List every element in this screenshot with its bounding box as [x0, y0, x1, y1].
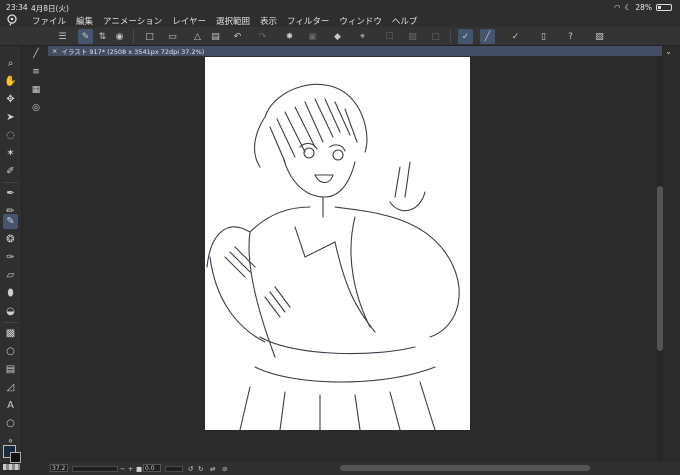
undo-icon[interactable]: ↶ — [230, 29, 245, 44]
status-date: 4月8日(火) — [31, 4, 69, 13]
zoom-slider[interactable] — [72, 466, 118, 472]
airbrush-icon[interactable]: ❂ — [3, 232, 18, 247]
fill-icon[interactable]: ◆ — [330, 29, 345, 44]
blend-icon[interactable]: ⬮ — [3, 286, 18, 301]
rotation-field[interactable]: 0.0 — [143, 464, 161, 472]
rotate-left-icon[interactable]: ↺ — [188, 464, 193, 473]
menu-help[interactable]: ヘルプ — [392, 15, 418, 27]
vertical-scroll-thumb[interactable] — [657, 186, 663, 351]
menu-hamburger-icon[interactable]: ☰ — [55, 29, 70, 44]
shape-icon[interactable]: ○ — [3, 344, 18, 359]
selection-border-icon[interactable]: ▢ — [428, 29, 443, 44]
magic-wand-icon[interactable]: ✶ — [3, 146, 18, 161]
brush-size-icon[interactable]: ╱ — [29, 48, 43, 60]
new-file-icon[interactable]: □ — [142, 29, 157, 44]
open-folder-icon[interactable]: ▭ — [165, 29, 180, 44]
chevron-down-icon[interactable]: ⌄ — [665, 47, 672, 56]
ruler-snap-icon[interactable]: ✓ — [458, 29, 473, 44]
battery-percent: 28% — [635, 3, 652, 12]
divider — [3, 182, 18, 183]
fit-icon[interactable]: ■ — [136, 464, 142, 473]
sub-color-swatch[interactable] — [10, 452, 21, 463]
rotation-slider[interactable] — [165, 466, 183, 472]
up-down-icon[interactable]: ⇅ — [95, 29, 110, 44]
move-layer-icon[interactable]: ✥ — [3, 92, 18, 107]
layer-icon[interactable]: ▦ — [29, 84, 43, 96]
menu-view[interactable]: 表示 — [260, 15, 277, 27]
horizontal-scroll-thumb[interactable] — [340, 465, 590, 471]
tool-palette: ⌕ ✋ ✥ ➤ ◌ ✶ ✐ ✒ ✏ ✎ ❂ ✑ ▱ ⬮ ◒ ▩ ○ ▤ ◿ A … — [0, 46, 22, 462]
balloon-icon[interactable]: ○ — [3, 416, 18, 431]
reset-icon[interactable]: ⊘ — [222, 464, 227, 473]
eraser-icon[interactable]: ▱ — [3, 268, 18, 283]
divider — [450, 30, 451, 43]
menu-selection[interactable]: 選択範囲 — [216, 15, 250, 27]
document-title: イラスト 917* (2508 x 3541px 72dpi 37.2%) — [61, 48, 205, 56]
status-time: 23:34 — [6, 3, 28, 12]
fill-bucket-icon[interactable]: ◒ — [3, 304, 18, 319]
save-icon[interactable]: △ — [190, 29, 205, 44]
eye-icon[interactable]: ◉ — [112, 29, 127, 44]
device-icon[interactable]: ▯ — [536, 29, 551, 44]
crop-icon[interactable]: ⌖ — [355, 29, 370, 44]
zoom-field[interactable]: 37.2 — [50, 464, 68, 472]
menu-filter[interactable]: フィルター — [287, 15, 329, 27]
redo-icon[interactable]: ↷ — [255, 29, 270, 44]
sliders-icon[interactable]: ≡ — [29, 66, 43, 78]
copy-icon[interactable]: ▣ — [305, 29, 320, 44]
brush-icon[interactable]: ✎ — [3, 214, 18, 229]
sub-tool-column: ╱ ≡ ▦ ◎ — [24, 46, 48, 116]
rotate-right-icon[interactable]: ↻ — [198, 464, 203, 473]
invert-selection-icon[interactable]: ▨ — [405, 29, 420, 44]
text-icon[interactable]: A — [3, 398, 18, 413]
flip-icon[interactable]: ⇄ — [210, 464, 215, 473]
transparent-color-swatch[interactable] — [3, 464, 20, 470]
export-icon[interactable]: ▤ — [208, 29, 223, 44]
zoom-in-icon[interactable]: + — [128, 464, 133, 473]
eyedropper-icon[interactable]: ✐ — [3, 164, 18, 179]
clear-icon[interactable]: ✸ — [282, 29, 297, 44]
color-wheel-icon[interactable]: ◎ — [29, 102, 43, 114]
menu-bar: 23:34 4月8日(火) ファイル 編集 アニメーション レイヤー 選択範囲 … — [0, 0, 680, 27]
edit-icon[interactable]: ✎ — [78, 29, 93, 44]
stroke-stabilizer-icon[interactable]: ✓ — [508, 29, 523, 44]
battery-icon — [656, 4, 672, 11]
status-icons: ◠ ☾ 28% — [614, 3, 672, 12]
help-icon[interactable]: ? — [563, 29, 578, 44]
menu-file[interactable]: ファイル — [32, 15, 66, 27]
decoration-icon[interactable]: ✑ — [3, 250, 18, 265]
pen-icon[interactable]: ✒ — [3, 186, 18, 201]
deselect-icon[interactable]: ☐ — [382, 29, 397, 44]
hand-icon[interactable]: ✋ — [3, 74, 18, 89]
divider — [3, 322, 18, 323]
lasso-icon[interactable]: ◌ — [3, 128, 18, 143]
divider — [133, 30, 134, 43]
frame-icon[interactable]: ▤ — [3, 362, 18, 377]
ruler-icon[interactable]: ◿ — [3, 380, 18, 395]
menu-window[interactable]: ウィンドウ — [339, 15, 382, 27]
stroke-icon[interactable]: ╱ — [480, 29, 495, 44]
sketch-drawing — [206, 83, 460, 430]
menu-list: ファイル 編集 アニメーション レイヤー 選択範囲 表示 フィルター ウィンドウ… — [32, 15, 427, 27]
gradient-icon[interactable]: ▩ — [3, 326, 18, 341]
document-tab[interactable]: × イラスト 917* (2508 x 3541px 72dpi 37.2%) — [48, 46, 662, 56]
canvas-paper[interactable] — [205, 57, 470, 430]
moon-icon: ☾ — [624, 3, 632, 12]
wifi-icon: ◠ — [614, 3, 621, 12]
zoom-icon[interactable]: ⌕ — [3, 56, 18, 71]
zoom-out-icon[interactable]: − — [120, 464, 125, 473]
settings-icon[interactable]: ▧ — [592, 29, 607, 44]
menu-animation[interactable]: アニメーション — [103, 15, 162, 27]
close-icon[interactable]: × — [52, 47, 57, 55]
menu-layer[interactable]: レイヤー — [172, 15, 206, 27]
app-logo-icon[interactable] — [6, 14, 18, 26]
object-select-icon[interactable]: ➤ — [3, 110, 18, 125]
command-bar: ☰ ✎ ⇅ ◉ □ ▭ △ ▤ ↶ ↷ ✸ ▣ ◆ ⌖ ☐ ▨ ▢ ✓ ╱ ✓ … — [0, 27, 680, 46]
menu-edit[interactable]: 編集 — [76, 15, 93, 27]
